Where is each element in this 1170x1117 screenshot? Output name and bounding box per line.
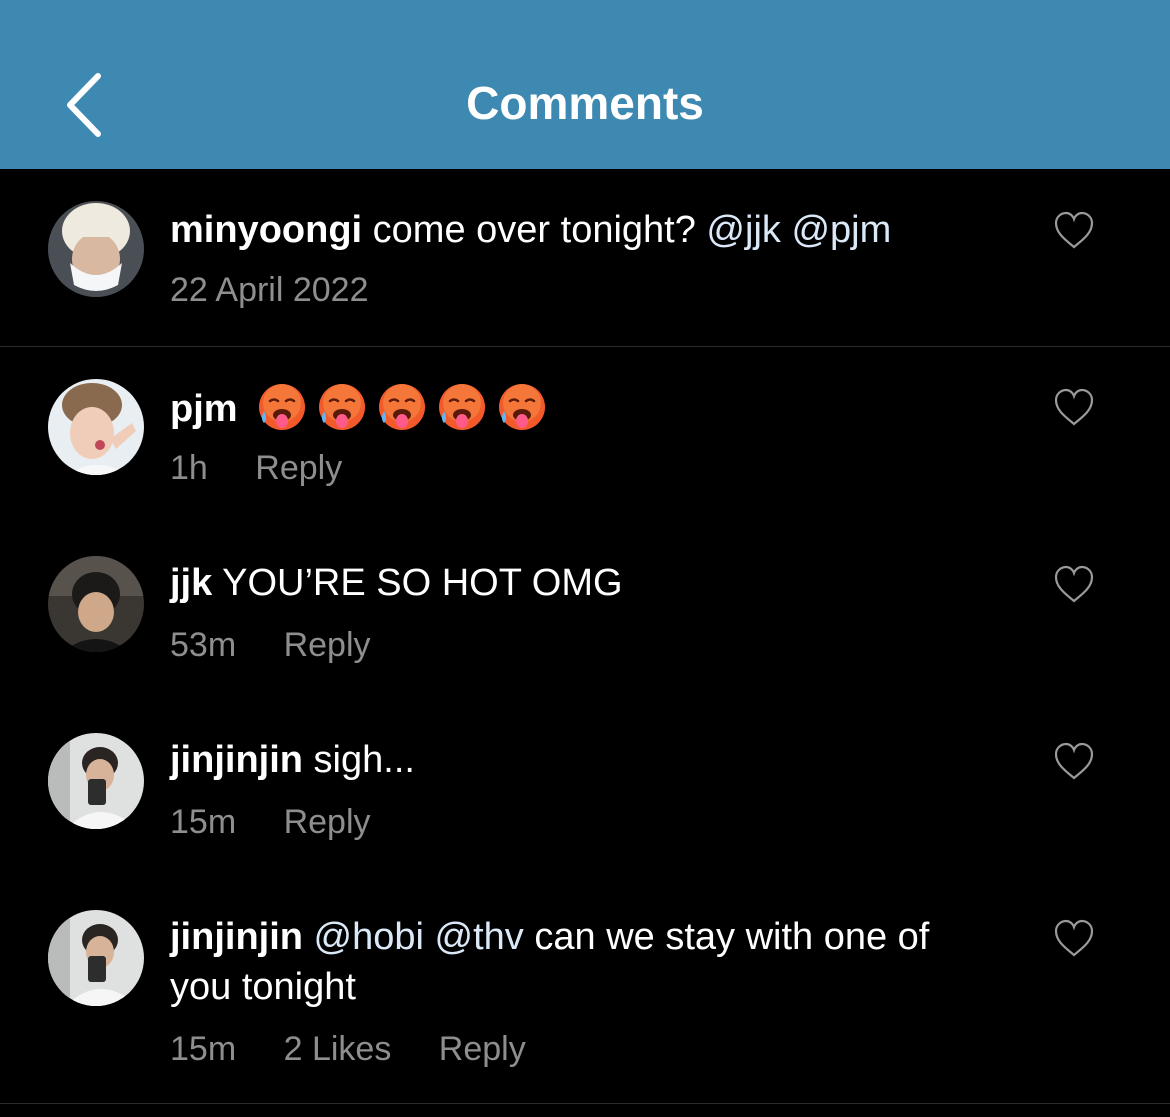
header-bar: Comments (0, 0, 1170, 169)
hot-face-sweat-emoji (259, 384, 306, 430)
caption-meta: 22 April 2022 (170, 268, 407, 312)
comment-time: 53m (170, 626, 237, 664)
heart-outline-icon (1054, 742, 1094, 780)
comment-row: jjk YOU’RE SO HOT OMG 53m Reply (0, 524, 1170, 701)
like-button[interactable] (1053, 210, 1095, 250)
comment-meta: 15m 2 Likes Reply (170, 1027, 564, 1071)
heart-outline-icon (1054, 565, 1094, 603)
reply-button[interactable]: Reply (284, 626, 371, 664)
reply-button[interactable]: Reply (284, 803, 371, 841)
comment-body: sigh... (313, 739, 415, 781)
reply-button[interactable]: Reply (439, 1030, 526, 1068)
like-button[interactable] (1053, 387, 1095, 427)
caption-row: minyoongi come over tonight? @jjk @pjm 2… (0, 169, 1170, 347)
page-title: Comments (466, 77, 704, 129)
mention-link[interactable]: @thv (435, 916, 524, 958)
comment-time: 15m (170, 803, 237, 841)
divider (0, 1103, 1170, 1104)
comment-time: 1h (170, 449, 208, 487)
comment-meta: 53m Reply (170, 623, 409, 667)
username-link[interactable]: pjm (170, 388, 238, 430)
like-button[interactable] (1053, 918, 1095, 958)
comment-time: 15m (170, 1030, 237, 1068)
username-link[interactable]: jinjinjin (170, 916, 303, 958)
hot-face-sweat-emoji (439, 384, 486, 430)
username-link[interactable]: minyoongi (170, 209, 362, 251)
likes-count[interactable]: 2 Likes (284, 1030, 392, 1068)
caption-text: minyoongi come over tonight? @jjk @pjm (170, 205, 990, 255)
reply-button[interactable]: Reply (255, 449, 342, 487)
hot-face-sweat-emoji (499, 384, 546, 430)
comment-text: jinjinjin sigh... (170, 735, 990, 785)
mention-link[interactable]: @jjk (706, 209, 780, 251)
comment-text: jjk YOU’RE SO HOT OMG (170, 558, 990, 608)
mention-link[interactable]: @pjm (791, 209, 891, 251)
comment-text: pjm (170, 381, 990, 434)
comment-row: jinjinjin sigh... 15m Reply (0, 701, 1170, 878)
mention-link[interactable]: @hobi (314, 916, 424, 958)
avatar[interactable] (48, 910, 144, 1006)
heart-outline-icon (1054, 211, 1094, 249)
like-button[interactable] (1053, 564, 1095, 604)
heart-outline-icon (1054, 919, 1094, 957)
like-button[interactable] (1053, 741, 1095, 781)
comment-row: jinjinjin @hobi @thv can we stay with on… (0, 878, 1170, 1103)
comment-body: YOU’RE SO HOT OMG (222, 562, 623, 604)
avatar[interactable] (48, 556, 144, 652)
emoji-row (256, 384, 556, 430)
caption-body: come over tonight? (372, 209, 696, 251)
caption-date: 22 April 2022 (170, 271, 369, 309)
comment-meta: 15m Reply (170, 800, 409, 844)
comment-meta: 1h Reply (170, 446, 380, 490)
avatar[interactable] (48, 201, 144, 297)
username-link[interactable]: jinjinjin (170, 739, 303, 781)
username-link[interactable]: jjk (170, 562, 212, 604)
hot-face-sweat-emoji (319, 384, 366, 430)
avatar[interactable] (48, 733, 144, 829)
hot-face-sweat-emoji (379, 384, 426, 430)
comment-row: pjm 1h Reply (0, 347, 1170, 524)
comment-text: jinjinjin @hobi @thv can we stay with on… (170, 912, 990, 1012)
heart-outline-icon (1054, 388, 1094, 426)
avatar[interactable] (48, 379, 144, 475)
